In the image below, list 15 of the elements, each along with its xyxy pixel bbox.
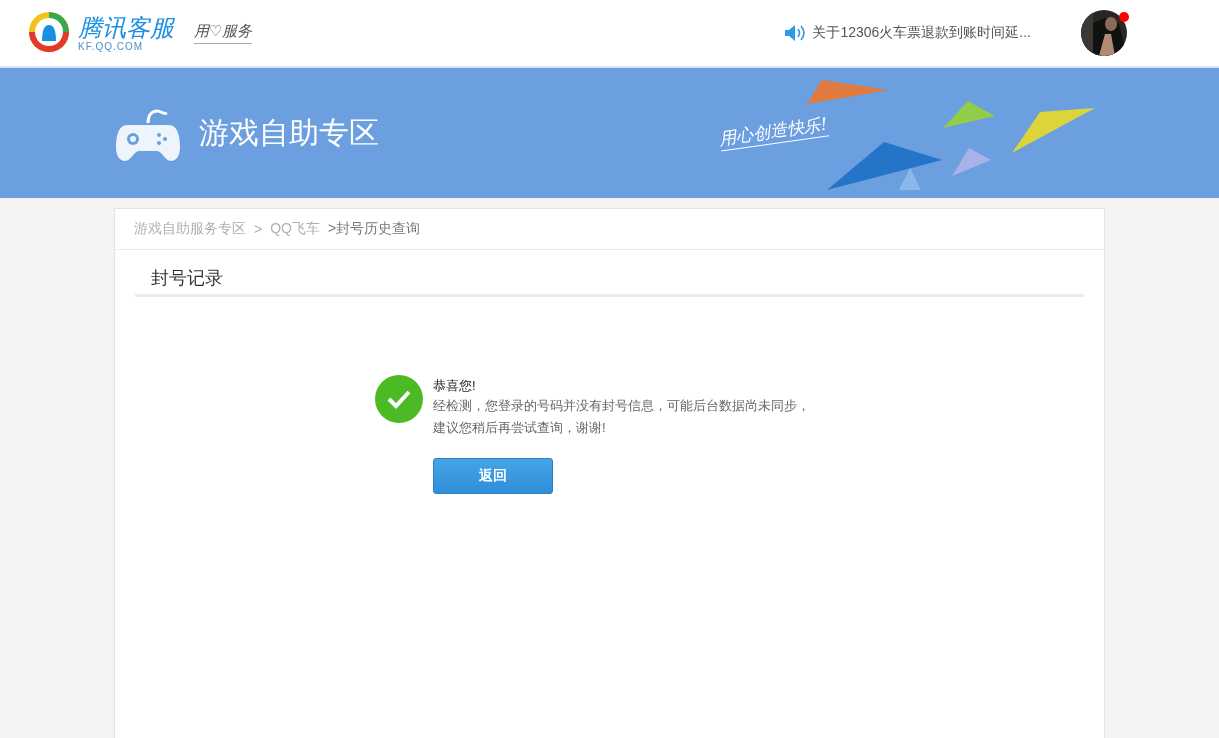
slogan: 用♡服务 (194, 22, 253, 44)
section-title: 封号记录 (135, 266, 1084, 297)
breadcrumb-item[interactable]: QQ飞车 (270, 220, 320, 238)
breadcrumb-item[interactable]: 游戏自助服务专区 (134, 220, 246, 238)
logo-title: 腾讯客服 (78, 14, 174, 41)
result-message: 经检测，您登录的号码并没有封号信息，可能后台数据尚未同步， (433, 397, 810, 415)
result-message: 建议您稍后再尝试查询，谢谢! (433, 419, 607, 437)
banner-title: 游戏自助专区 (198, 114, 379, 151)
breadcrumb-item: >封号历史查询 (327, 220, 421, 238)
back-button[interactable]: 返回 (433, 458, 553, 494)
speaker-icon (784, 24, 807, 42)
notice-link[interactable]: 关于12306火车票退款到账时间延... (812, 24, 1031, 42)
result-heading: 恭喜您! (433, 377, 477, 395)
breadcrumb-separator: > (254, 221, 263, 237)
logo-domain: KF.QQ.COM (78, 40, 145, 52)
